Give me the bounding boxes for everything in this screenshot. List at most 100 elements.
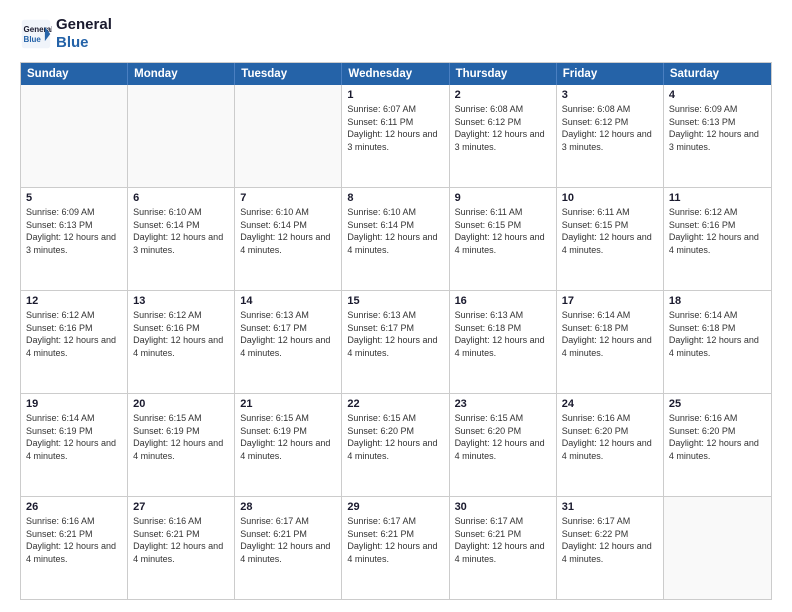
cal-header-saturday: Saturday (664, 63, 771, 85)
day-number: 12 (26, 295, 122, 307)
day-info: Sunrise: 6:07 AM Sunset: 6:11 PM Dayligh… (347, 103, 443, 153)
day-number: 15 (347, 295, 443, 307)
day-info: Sunrise: 6:14 AM Sunset: 6:19 PM Dayligh… (26, 412, 122, 462)
table-row: 5Sunrise: 6:09 AM Sunset: 6:13 PM Daylig… (21, 188, 128, 290)
day-info: Sunrise: 6:14 AM Sunset: 6:18 PM Dayligh… (562, 309, 658, 359)
table-row: 11 Sunrise: 6:12 AM Sunset: 6:16 PM Dayli… (664, 188, 771, 290)
day-number: 22 (347, 398, 443, 410)
cal-header-thursday: Thursday (450, 63, 557, 85)
table-row: 28 Sunrise: 6:17 AM Sunset: 6:21 PM Dayli… (235, 497, 342, 599)
day-info: Sunrise: 6:13 AM Sunset: 6:17 PM Dayligh… (347, 309, 443, 359)
day-info: Sunrise: 6:16 AM Sunset: 6:21 PM Dayligh… (26, 515, 122, 565)
day-number: 26 (26, 501, 122, 513)
day-number: 11 (669, 192, 766, 204)
day-info: Sunrise: 6:15 AM Sunset: 6:19 PM Dayligh… (133, 412, 229, 462)
day-info: Sunrise: 6:11 AM Sunset: 6:15 PM Dayligh… (455, 206, 551, 256)
table-row: 18 Sunrise: 6:14 AM Sunset: 6:18 PM Dayli… (664, 291, 771, 393)
calendar-body: 1 Sunrise: 6:07 AM Sunset: 6:11 PM Daylig… (21, 85, 771, 599)
table-row: 24 Sunrise: 6:16 AM Sunset: 6:20 PM Dayli… (557, 394, 664, 496)
table-row: 31 Sunrise: 6:17 AM Sunset: 6:22 PM Dayli… (557, 497, 664, 599)
day-number: 9 (455, 192, 551, 204)
day-number: 17 (562, 295, 658, 307)
table-row: 8 Sunrise: 6:10 AM Sunset: 6:14 PM Daylig… (342, 188, 449, 290)
table-row: 1 Sunrise: 6:07 AM Sunset: 6:11 PM Daylig… (342, 85, 449, 187)
day-info: Sunrise: 6:12 AM Sunset: 6:16 PM Dayligh… (133, 309, 229, 359)
calendar-week-1: 1 Sunrise: 6:07 AM Sunset: 6:11 PM Daylig… (21, 85, 771, 187)
cal-header-friday: Friday (557, 63, 664, 85)
day-number: 28 (240, 501, 336, 513)
day-info: Sunrise: 6:17 AM Sunset: 6:21 PM Dayligh… (455, 515, 551, 565)
day-info: Sunrise: 6:13 AM Sunset: 6:17 PM Dayligh… (240, 309, 336, 359)
day-info: Sunrise: 6:17 AM Sunset: 6:21 PM Dayligh… (347, 515, 443, 565)
table-row: 30 Sunrise: 6:17 AM Sunset: 6:21 PM Dayli… (450, 497, 557, 599)
day-number: 20 (133, 398, 229, 410)
cal-header-monday: Monday (128, 63, 235, 85)
table-row (128, 85, 235, 187)
day-number: 7 (240, 192, 336, 204)
table-row: 22 Sunrise: 6:15 AM Sunset: 6:20 PM Dayli… (342, 394, 449, 496)
svg-text:Blue: Blue (24, 35, 42, 44)
day-info: Sunrise: 6:15 AM Sunset: 6:19 PM Dayligh… (240, 412, 336, 462)
table-row: 12 Sunrise: 6:12 AM Sunset: 6:16 PM Dayli… (21, 291, 128, 393)
calendar-header-row: SundayMondayTuesdayWednesdayThursdayFrid… (21, 63, 771, 85)
day-number: 2 (455, 89, 551, 101)
day-number: 8 (347, 192, 443, 204)
calendar-week-2: 5Sunrise: 6:09 AM Sunset: 6:13 PM Daylig… (21, 187, 771, 290)
day-number: 1 (347, 89, 443, 101)
day-info: Sunrise: 6:15 AM Sunset: 6:20 PM Dayligh… (347, 412, 443, 462)
day-info: Sunrise: 6:17 AM Sunset: 6:22 PM Dayligh… (562, 515, 658, 565)
day-number: 3 (562, 89, 658, 101)
day-info: Sunrise: 6:09 AM Sunset: 6:13 PM Dayligh… (669, 103, 766, 153)
day-number: 13 (133, 295, 229, 307)
day-number: 6 (133, 192, 229, 204)
cal-header-tuesday: Tuesday (235, 63, 342, 85)
day-info: Sunrise: 6:15 AM Sunset: 6:20 PM Dayligh… (455, 412, 551, 462)
table-row: 9 Sunrise: 6:11 AM Sunset: 6:15 PM Daylig… (450, 188, 557, 290)
table-row: 20 Sunrise: 6:15 AM Sunset: 6:19 PM Dayli… (128, 394, 235, 496)
day-info: Sunrise: 6:12 AM Sunset: 6:16 PM Dayligh… (669, 206, 766, 256)
day-number: 19 (26, 398, 122, 410)
table-row: 19 Sunrise: 6:14 AM Sunset: 6:19 PM Dayli… (21, 394, 128, 496)
day-info: Sunrise: 6:08 AM Sunset: 6:12 PM Dayligh… (455, 103, 551, 153)
day-info: Sunrise: 6:13 AM Sunset: 6:18 PM Dayligh… (455, 309, 551, 359)
table-row (21, 85, 128, 187)
day-info: Sunrise: 6:10 AM Sunset: 6:14 PM Dayligh… (240, 206, 336, 256)
day-info: Sunrise: 6:12 AM Sunset: 6:16 PM Dayligh… (26, 309, 122, 359)
day-info: Sunrise: 6:16 AM Sunset: 6:20 PM Dayligh… (669, 412, 766, 462)
day-info: Sunrise: 6:16 AM Sunset: 6:20 PM Dayligh… (562, 412, 658, 462)
table-row (235, 85, 342, 187)
calendar-week-4: 19 Sunrise: 6:14 AM Sunset: 6:19 PM Dayli… (21, 393, 771, 496)
day-number: 23 (455, 398, 551, 410)
table-row: 2 Sunrise: 6:08 AM Sunset: 6:12 PM Daylig… (450, 85, 557, 187)
table-row: 14 Sunrise: 6:13 AM Sunset: 6:17 PM Dayli… (235, 291, 342, 393)
page: General Blue General Blue SundayMondayTu… (0, 0, 792, 612)
logo-icon: General Blue (20, 18, 52, 50)
calendar: SundayMondayTuesdayWednesdayThursdayFrid… (20, 62, 772, 600)
table-row: 23 Sunrise: 6:15 AM Sunset: 6:20 PM Dayli… (450, 394, 557, 496)
table-row (664, 497, 771, 599)
day-number: 29 (347, 501, 443, 513)
day-info: Sunrise: 6:10 AM Sunset: 6:14 PM Dayligh… (347, 206, 443, 256)
day-number: 31 (562, 501, 658, 513)
day-info: Sunrise: 6:10 AM Sunset: 6:14 PM Dayligh… (133, 206, 229, 256)
day-info: Sunrise: 6:14 AM Sunset: 6:18 PM Dayligh… (669, 309, 766, 359)
table-row: 6 Sunrise: 6:10 AM Sunset: 6:14 PM Daylig… (128, 188, 235, 290)
day-info: Sunrise: 6:17 AM Sunset: 6:21 PM Dayligh… (240, 515, 336, 565)
calendar-week-5: 26 Sunrise: 6:16 AM Sunset: 6:21 PM Dayli… (21, 496, 771, 599)
table-row: 29 Sunrise: 6:17 AM Sunset: 6:21 PM Dayli… (342, 497, 449, 599)
table-row: 21 Sunrise: 6:15 AM Sunset: 6:19 PM Dayli… (235, 394, 342, 496)
day-number: 30 (455, 501, 551, 513)
day-number: 25 (669, 398, 766, 410)
table-row: 4Sunrise: 6:09 AM Sunset: 6:13 PM Daylig… (664, 85, 771, 187)
day-number: 14 (240, 295, 336, 307)
logo-text: General Blue (56, 16, 112, 52)
table-row: 15 Sunrise: 6:13 AM Sunset: 6:17 PM Dayli… (342, 291, 449, 393)
table-row: 17 Sunrise: 6:14 AM Sunset: 6:18 PM Dayli… (557, 291, 664, 393)
table-row: 7 Sunrise: 6:10 AM Sunset: 6:14 PM Daylig… (235, 188, 342, 290)
day-number: 21 (240, 398, 336, 410)
day-number: 16 (455, 295, 551, 307)
table-row: 27Sunrise: 6:16 AM Sunset: 6:21 PM Dayli… (128, 497, 235, 599)
day-number: 24 (562, 398, 658, 410)
day-number: 18 (669, 295, 766, 307)
table-row: 13 Sunrise: 6:12 AM Sunset: 6:16 PM Dayli… (128, 291, 235, 393)
